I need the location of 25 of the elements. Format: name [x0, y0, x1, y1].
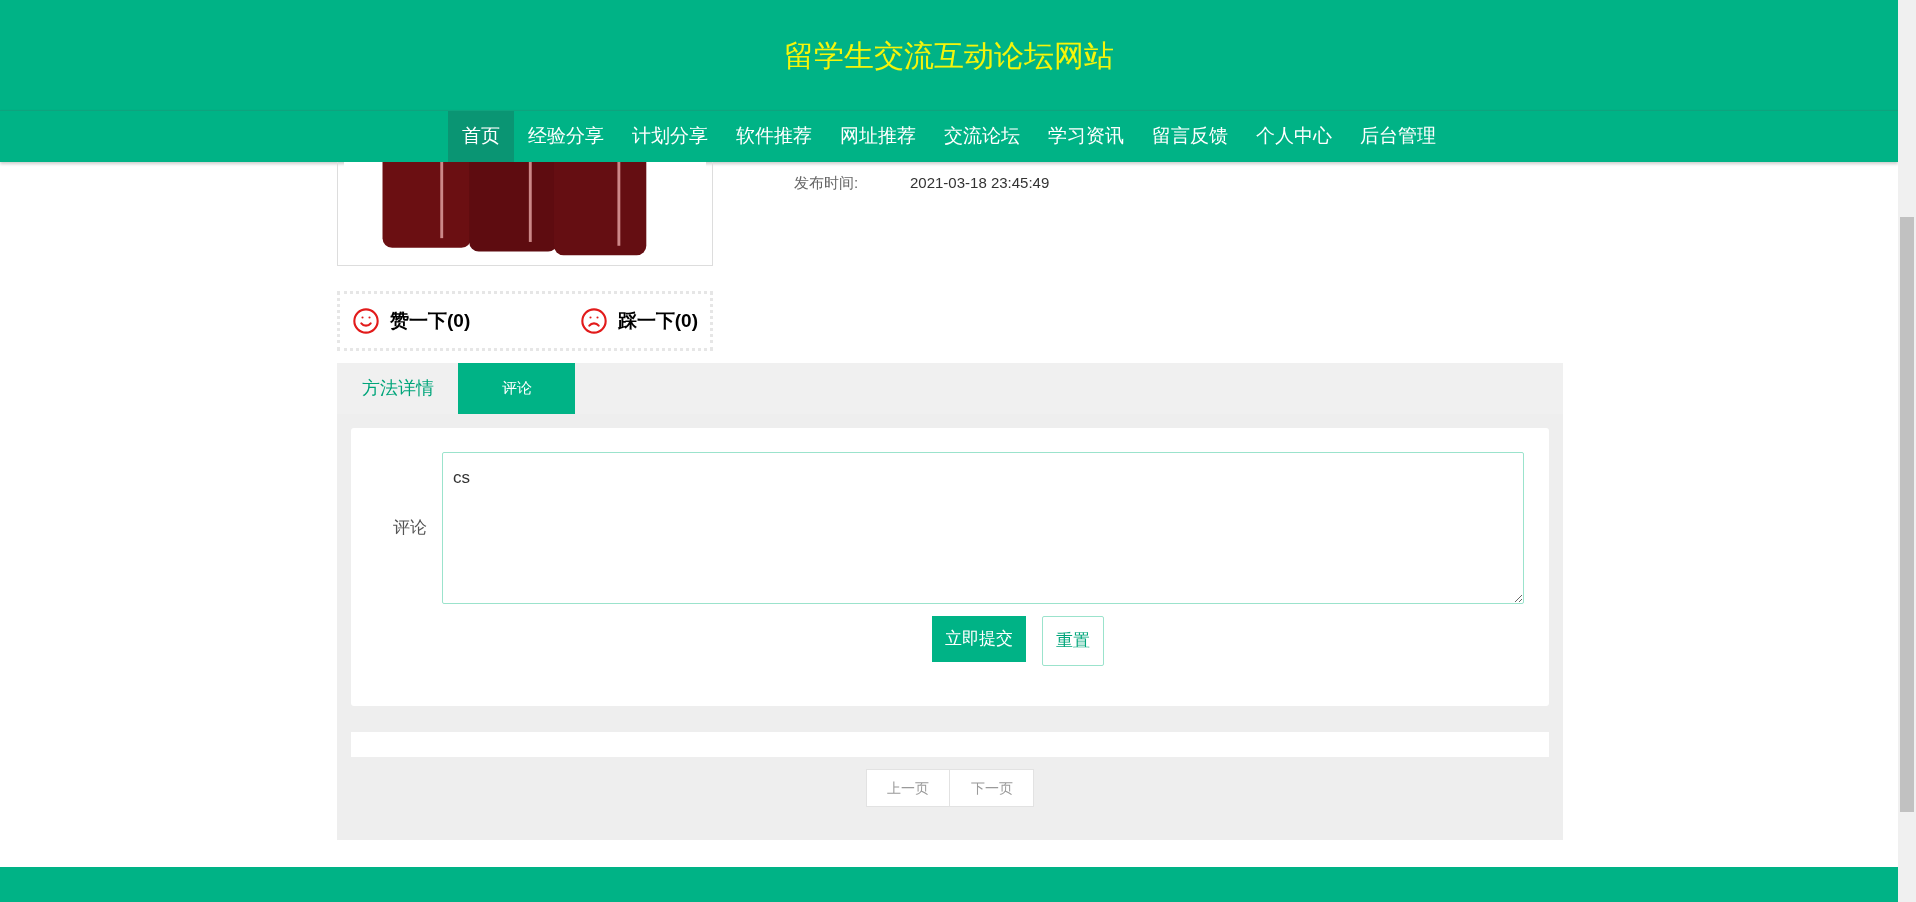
scrollbar[interactable]	[1898, 0, 1916, 902]
smile-icon	[352, 307, 380, 335]
site-title: 留学生交流互动论坛网站	[784, 36, 1114, 75]
submit-button[interactable]: 立即提交	[932, 616, 1026, 662]
comment-label: 评论	[392, 517, 428, 540]
tab[interactable]: 评论	[458, 363, 575, 414]
field-value: 2021-03-18 23:45:49	[910, 173, 1050, 193]
nav-item[interactable]: 留言反馈	[1138, 111, 1242, 162]
reset-button[interactable]: 重置	[1042, 616, 1104, 666]
scrollbar-thumb[interactable]	[1900, 217, 1914, 812]
nav-item[interactable]: 经验分享	[514, 111, 618, 162]
nav-item[interactable]: 首页	[448, 111, 514, 162]
nav-item[interactable]: 学习资讯	[1034, 111, 1138, 162]
like-button[interactable]: 赞一下(0)	[352, 306, 471, 336]
nav-item[interactable]: 后台管理	[1346, 111, 1450, 162]
field-label: 发布时间:	[794, 173, 860, 193]
nav-item[interactable]: 软件推荐	[722, 111, 826, 162]
nav-item[interactable]: 交流论坛	[930, 111, 1034, 162]
nav-item[interactable]: 网址推荐	[826, 111, 930, 162]
dislike-button[interactable]: 踩一下(0)	[579, 306, 698, 336]
comment-field[interactable]: cs	[442, 452, 1524, 604]
tab[interactable]: 方法详情	[337, 363, 458, 414]
nav-item[interactable]: 个人中心	[1242, 111, 1346, 162]
frown-icon	[579, 307, 608, 335]
nav-item[interactable]: 计划分享	[618, 111, 722, 162]
